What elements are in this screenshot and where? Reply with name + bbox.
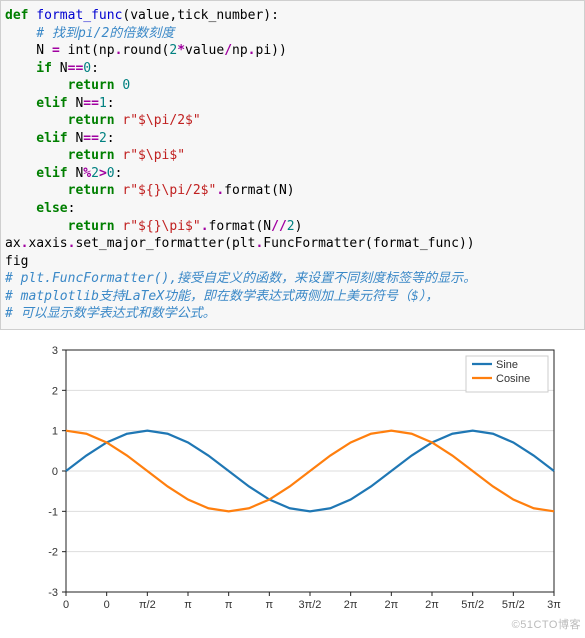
legend-label: Cosine [496,373,530,385]
comment-line: # plt.FuncFormatter(),接受自定义的函数，来设置不同刻度标签… [5,271,476,286]
svg-text:3π/2: 3π/2 [299,599,322,611]
svg-text:π/2: π/2 [139,599,156,611]
svg-text:π: π [184,599,192,611]
svg-text:-2: -2 [48,547,58,559]
svg-text:-3: -3 [48,587,58,599]
svg-text:3π: 3π [547,599,561,611]
svg-text:π: π [225,599,233,611]
fn-params: (value,tick_number): [122,8,279,23]
svg-text:2π: 2π [344,599,358,611]
kw-def: def [5,8,28,23]
svg-text:-1: -1 [48,506,58,518]
svg-text:5π/2: 5π/2 [502,599,525,611]
svg-text:5π/2: 5π/2 [461,599,484,611]
chart-output: -3 -2 -1 0 1 2 3 0 0 π/2 π π π 3π/2 2π 2π 2π 5π/2 5π/2 3π Si… [0,330,585,628]
watermark-text: ©51CTO博客 [512,616,581,632]
comment-line: # 找到pi/2的倍数刻度 [5,26,174,41]
comment-line: # matplotlib支持LaTeX功能，即在数学表达式两侧加上美元符号（$）… [5,289,438,304]
svg-text:2π: 2π [425,599,439,611]
svg-text:π: π [266,599,274,611]
svg-text:3: 3 [52,345,58,357]
svg-text:0: 0 [52,466,58,478]
legend-label: Sine [496,359,518,371]
svg-text:0: 0 [104,599,110,611]
svg-text:2π: 2π [384,599,398,611]
fn-name: format_func [28,8,122,23]
comment-line: # 可以显示数学表达式和数学公式。 [5,306,216,321]
code-block: def format_func(value,tick_number): # 找到… [0,0,585,330]
svg-text:2: 2 [52,385,58,397]
svg-text:0: 0 [63,599,69,611]
line-chart: -3 -2 -1 0 1 2 3 0 0 π/2 π π π 3π/2 2π 2π 2π 5π/2 5π/2 3π Si… [24,340,564,620]
svg-text:1: 1 [52,426,58,438]
